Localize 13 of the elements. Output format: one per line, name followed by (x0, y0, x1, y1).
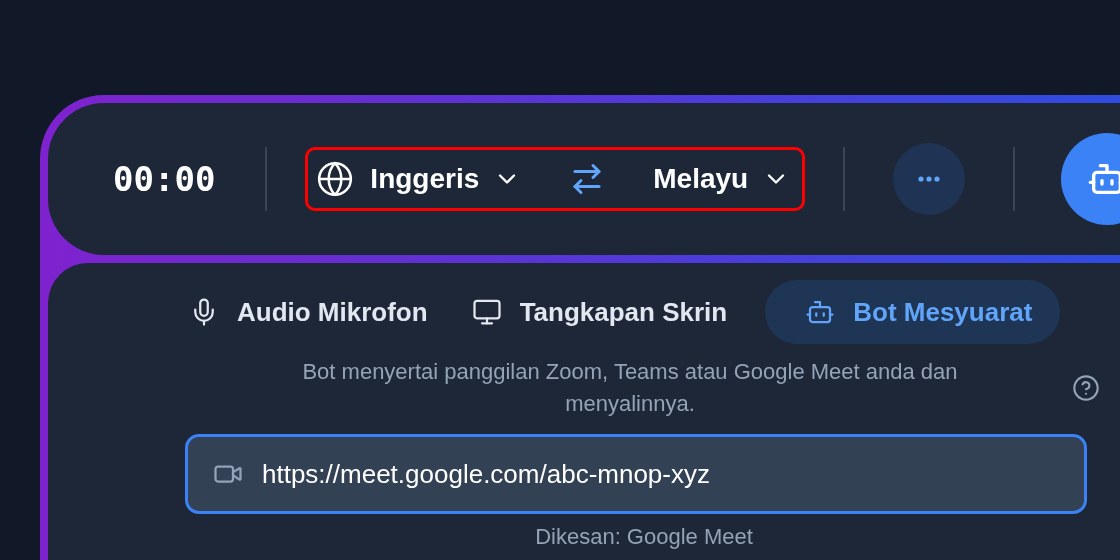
target-language-dropdown[interactable]: Melayu (653, 163, 791, 195)
source-tab[interactable]: Audio Mikrofon (183, 280, 456, 344)
source-tab[interactable]: Bot Mesyuarat (765, 280, 1061, 344)
detected-platform-text: Dikesan: Google Meet (535, 524, 753, 550)
source-tab[interactable]: Tangkapan Skrin (465, 280, 756, 344)
globe-icon (316, 160, 355, 198)
source-language-dropdown[interactable]: Inggeris (370, 163, 522, 195)
ellipsis-icon (918, 176, 941, 182)
timer: 00:00 (113, 159, 216, 199)
meeting-url-field[interactable]: https://meet.google.com/abc-mnop-xyz (185, 434, 1087, 514)
description-text: Bot menyertai panggilan Zoom, Teams atau Google Meet anda dan menyalinnya. (301, 358, 959, 418)
help-icon[interactable] (1072, 374, 1100, 402)
monitor-icon (471, 297, 502, 327)
